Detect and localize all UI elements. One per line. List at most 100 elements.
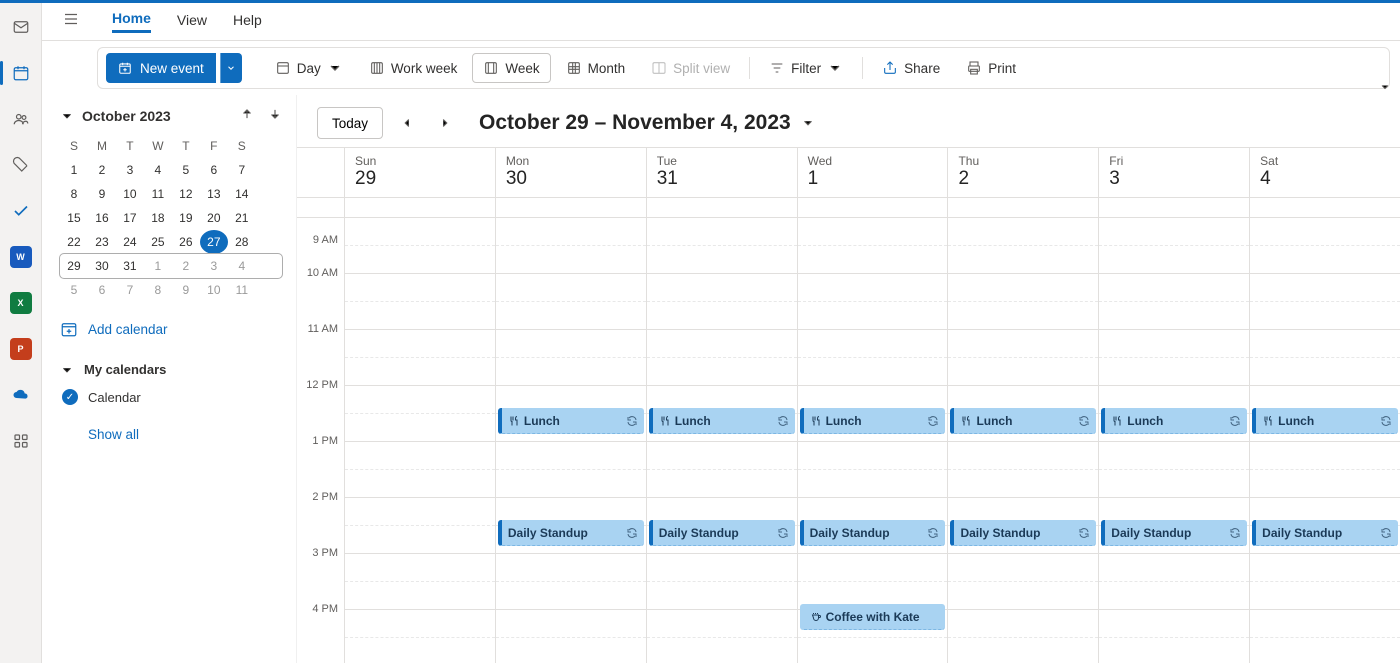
mini-day[interactable]: 7 <box>116 278 144 302</box>
mini-day[interactable]: 4 <box>228 254 256 278</box>
mini-day[interactable]: 10 <box>116 182 144 206</box>
day-header[interactable]: Sat4 <box>1250 148 1400 197</box>
calendar-event[interactable]: Lunch <box>649 408 795 434</box>
day-column[interactable]: LunchDaily Standup <box>496 218 647 663</box>
mini-day[interactable]: 1 <box>60 158 88 182</box>
mini-day[interactable]: 6 <box>88 278 116 302</box>
mini-day[interactable]: 9 <box>88 182 116 206</box>
allday-cell[interactable] <box>1099 198 1250 217</box>
mini-day[interactable]: 31 <box>116 254 144 278</box>
mini-day[interactable]: 16 <box>88 206 116 230</box>
add-calendar-link[interactable]: Add calendar <box>60 312 282 346</box>
mini-day[interactable]: 22 <box>60 230 88 254</box>
mini-day[interactable]: 1 <box>144 254 172 278</box>
excel-app-icon[interactable]: X <box>7 289 35 317</box>
mini-day[interactable]: 12 <box>172 182 200 206</box>
day-header[interactable]: Sun29 <box>345 148 496 197</box>
calendar-event[interactable]: Lunch <box>950 408 1096 434</box>
calendar-event[interactable]: Daily Standup <box>1101 520 1247 546</box>
mini-day[interactable]: 29 <box>60 254 88 278</box>
mini-day[interactable]: 11 <box>228 278 256 302</box>
hamburger-icon[interactable] <box>62 10 80 33</box>
date-range-title[interactable]: October 29 – November 4, 2023 <box>479 111 815 135</box>
calendar-event[interactable]: Daily Standup <box>800 520 946 546</box>
show-all-link[interactable]: Show all <box>60 427 282 442</box>
tab-view[interactable]: View <box>177 12 207 32</box>
mini-day[interactable]: 21 <box>228 206 256 230</box>
mini-next-month[interactable] <box>268 107 282 124</box>
day-header[interactable]: Tue31 <box>647 148 798 197</box>
word-app-icon[interactable]: W <box>7 243 35 271</box>
next-week-button[interactable] <box>431 109 459 137</box>
day-column[interactable] <box>345 218 496 663</box>
mini-day[interactable]: 18 <box>144 206 172 230</box>
mini-day[interactable]: 20 <box>200 206 228 230</box>
mini-day[interactable]: 5 <box>172 158 200 182</box>
mini-day[interactable]: 30 <box>88 254 116 278</box>
chevron-down-icon[interactable] <box>60 109 74 123</box>
day-column[interactable]: Lunch Daily Standup <box>948 218 1099 663</box>
prev-week-button[interactable] <box>393 109 421 137</box>
share-button[interactable]: Share <box>871 53 951 83</box>
mini-day[interactable]: 14 <box>228 182 256 206</box>
day-header[interactable]: Wed1 <box>798 148 949 197</box>
calendar-event[interactable]: Lunch <box>1252 408 1398 434</box>
calendar-item[interactable]: ✓ Calendar <box>60 389 282 405</box>
day-column[interactable]: Lunch Daily Standup Coffee with Kate <box>798 218 949 663</box>
mini-day[interactable]: 10 <box>200 278 228 302</box>
calendar-event[interactable]: Daily Standup <box>1252 520 1398 546</box>
allday-cell[interactable] <box>647 198 798 217</box>
mail-app-icon[interactable] <box>7 13 35 41</box>
mini-day[interactable]: 8 <box>60 182 88 206</box>
files-app-icon[interactable] <box>7 151 35 179</box>
day-header[interactable]: Thu2 <box>948 148 1099 197</box>
print-button[interactable]: Print <box>955 53 1027 83</box>
day-header[interactable]: Mon30 <box>496 148 647 197</box>
tab-home[interactable]: Home <box>112 10 151 33</box>
mini-day[interactable]: 24 <box>116 230 144 254</box>
mini-day[interactable]: 7 <box>228 158 256 182</box>
ribbon-collapse-icon[interactable] <box>1379 80 1391 98</box>
my-calendars-section[interactable]: My calendars <box>60 362 282 377</box>
allday-cell[interactable] <box>496 198 647 217</box>
calendar-event[interactable]: Lunch <box>498 408 644 434</box>
mini-day[interactable]: 11 <box>144 182 172 206</box>
mini-day[interactable]: 23 <box>88 230 116 254</box>
new-event-button[interactable]: New event <box>106 53 216 83</box>
today-button[interactable]: Today <box>317 107 383 139</box>
allday-cell[interactable] <box>1250 198 1400 217</box>
mini-day[interactable]: 2 <box>88 158 116 182</box>
calendar-event[interactable]: Daily Standup <box>950 520 1096 546</box>
todo-app-icon[interactable] <box>7 197 35 225</box>
allday-cell[interactable] <box>948 198 1099 217</box>
mini-day[interactable]: 25 <box>144 230 172 254</box>
view-month-button[interactable]: Month <box>555 53 637 83</box>
mini-day[interactable]: 19 <box>172 206 200 230</box>
filter-button[interactable]: Filter <box>758 53 854 83</box>
calendar-checkbox-icon[interactable]: ✓ <box>62 389 78 405</box>
onedrive-app-icon[interactable] <box>7 381 35 409</box>
mini-day[interactable]: 13 <box>200 182 228 206</box>
allday-cell[interactable] <box>345 198 496 217</box>
calendar-event[interactable]: Lunch <box>800 408 946 434</box>
day-header[interactable]: Fri3 <box>1099 148 1250 197</box>
mini-day[interactable]: 9 <box>172 278 200 302</box>
mini-day[interactable]: 8 <box>144 278 172 302</box>
new-event-dropdown[interactable] <box>220 53 242 83</box>
mini-calendar[interactable]: SMTWTFS123456789101112131415161718192021… <box>60 134 282 302</box>
more-apps-icon[interactable] <box>7 427 35 455</box>
mini-day[interactable]: 17 <box>116 206 144 230</box>
mini-day[interactable]: 6 <box>200 158 228 182</box>
mini-day[interactable]: 27 <box>200 230 228 254</box>
calendar-event[interactable]: Coffee with Kate <box>800 604 946 630</box>
day-column[interactable]: Lunch Daily Standup <box>647 218 798 663</box>
mini-day[interactable]: 3 <box>116 158 144 182</box>
mini-day[interactable]: 4 <box>144 158 172 182</box>
mini-prev-month[interactable] <box>240 107 254 124</box>
calendar-event[interactable]: Lunch <box>1101 408 1247 434</box>
mini-day[interactable]: 5 <box>60 278 88 302</box>
people-app-icon[interactable] <box>7 105 35 133</box>
view-day-button[interactable]: Day <box>264 53 354 83</box>
calendar-event[interactable]: Daily Standup <box>649 520 795 546</box>
powerpoint-app-icon[interactable]: P <box>7 335 35 363</box>
